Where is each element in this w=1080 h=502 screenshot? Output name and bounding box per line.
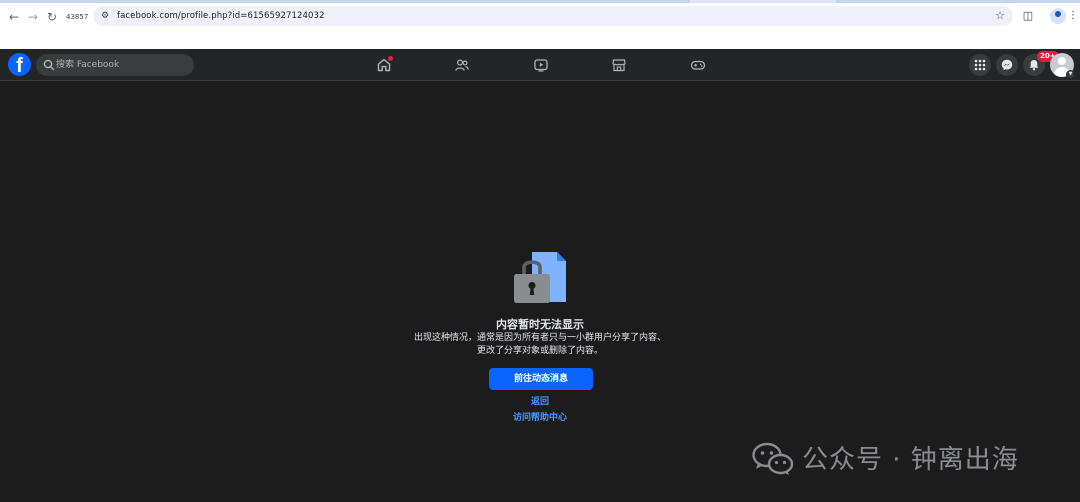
wechat-icon xyxy=(752,442,794,475)
chevron-down-icon[interactable]: ▼ xyxy=(1066,70,1075,79)
help-center-link[interactable]: 访问帮助中心 xyxy=(440,412,640,424)
nav-marketplace[interactable] xyxy=(607,53,631,77)
content-unavailable-description: 出现这种情况，通常是因为所有者只与一小群用户分享了内容、更改了分享对象或删除了内… xyxy=(413,333,666,356)
tab-strip xyxy=(0,0,1080,3)
friends-icon xyxy=(455,59,469,71)
reload-icon[interactable]: ↻ xyxy=(44,9,60,25)
search-input[interactable] xyxy=(56,54,186,76)
gaming-icon xyxy=(690,60,706,70)
facebook-logo[interactable]: f xyxy=(8,53,31,76)
tab-count: 43857 xyxy=(66,13,89,21)
watermark-text: 公众号 · 钟离出海 xyxy=(802,445,1019,475)
browser-chrome: ← → ↻ 43857 ⚙ facebook.com/profile.php?i… xyxy=(0,0,1080,49)
nav-home[interactable] xyxy=(372,53,396,77)
address-bar[interactable]: ⚙ facebook.com/profile.php?id=6156592712… xyxy=(93,6,1013,26)
messenger-icon xyxy=(1001,59,1013,71)
menu-button[interactable] xyxy=(969,54,991,76)
grid-menu-icon xyxy=(974,59,986,71)
forward-arrow-icon[interactable]: → xyxy=(25,9,41,25)
marketplace-icon xyxy=(612,59,626,72)
back-link[interactable]: 返回 xyxy=(440,396,640,408)
messenger-button[interactable] xyxy=(996,54,1018,76)
home-notification-dot xyxy=(388,56,393,61)
extensions-icon[interactable]: ◫ xyxy=(1021,9,1035,23)
url-text[interactable]: facebook.com/profile.php?id=615659271240… xyxy=(117,8,325,24)
back-arrow-icon[interactable]: ← xyxy=(6,9,22,25)
browser-menu-icon[interactable]: ⋮ xyxy=(1068,9,1078,23)
browser-profile-icon[interactable] xyxy=(1050,8,1066,24)
facebook-top-bar: f xyxy=(0,49,1080,81)
nav-gaming[interactable] xyxy=(686,53,710,77)
search-icon xyxy=(43,59,55,71)
nav-friends[interactable] xyxy=(450,53,474,77)
content-unavailable-title: 内容暂时无法显示 xyxy=(496,318,584,331)
locked-content-icon xyxy=(514,252,566,303)
bookmark-star-icon[interactable]: ☆ xyxy=(995,8,1005,24)
site-settings-icon[interactable]: ⚙ xyxy=(101,8,109,24)
go-to-news-feed-button[interactable]: 前往动态消息 xyxy=(489,368,593,390)
nav-video[interactable] xyxy=(529,53,553,77)
video-icon xyxy=(534,59,548,72)
facebook-search[interactable] xyxy=(36,54,194,76)
